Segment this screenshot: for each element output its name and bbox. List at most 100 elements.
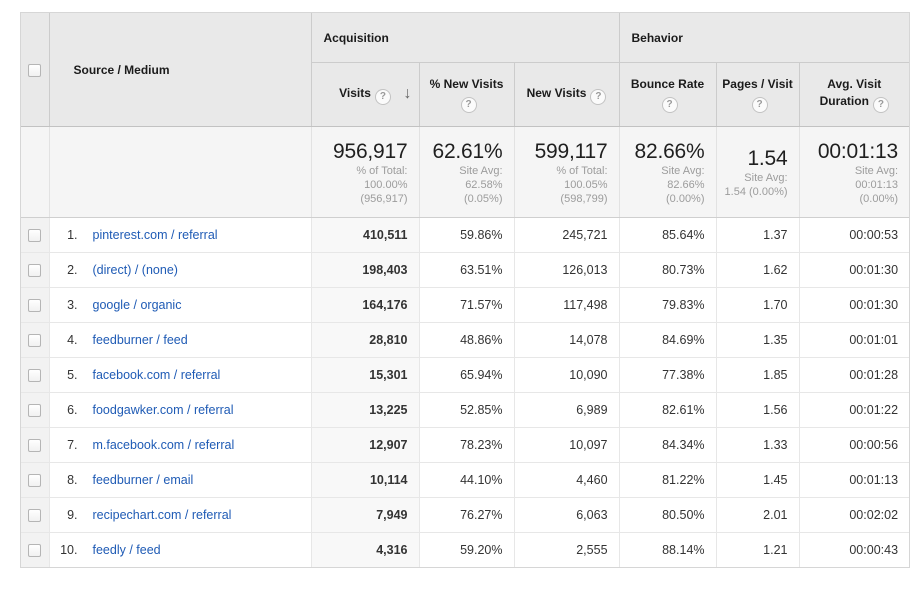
source-medium-link[interactable]: google / organic — [93, 298, 182, 312]
source-medium-link[interactable]: facebook.com / referral — [93, 368, 221, 382]
table-row: 8.feedburner / email10,11444.10%4,46081.… — [21, 463, 909, 498]
column-header-avg-visit-duration[interactable]: Avg. Visit Duration? — [799, 63, 909, 127]
pages-visit-cell: 1.70 — [716, 288, 799, 323]
row-index: 1. — [50, 228, 78, 242]
row-checkbox-cell — [21, 393, 49, 428]
totals-subtext: (956,917) — [316, 192, 408, 206]
column-header-source-medium[interactable]: Source / Medium — [49, 13, 311, 127]
row-checkbox[interactable] — [28, 509, 41, 522]
row-checkbox-cell — [21, 218, 49, 253]
pct-new-visits-cell: 59.20% — [419, 533, 514, 568]
row-index: 3. — [50, 298, 78, 312]
row-checkbox-cell — [21, 323, 49, 358]
bounce-rate-cell: 77.38% — [619, 358, 716, 393]
row-checkbox[interactable] — [28, 439, 41, 452]
avg-visit-duration-cell: 00:00:56 — [799, 428, 909, 463]
avg-visit-duration-cell: 00:01:13 — [799, 463, 909, 498]
row-checkbox[interactable] — [28, 404, 41, 417]
visits-cell: 198,403 — [311, 253, 419, 288]
totals-subtext: 00:01:13 — [804, 178, 899, 192]
row-checkbox[interactable] — [28, 334, 41, 347]
row-checkbox[interactable] — [28, 229, 41, 242]
source-medium-link[interactable]: pinterest.com / referral — [93, 228, 218, 242]
totals-subtext: % of Total: — [519, 164, 608, 178]
column-header-bounce-rate[interactable]: Bounce Rate? — [619, 63, 716, 127]
source-medium-cell: 9.recipechart.com / referral — [49, 498, 311, 533]
avg-visit-duration-cell: 00:00:53 — [799, 218, 909, 253]
bounce-rate-cell: 88.14% — [619, 533, 716, 568]
source-medium-cell: 3. google / organic — [49, 288, 311, 323]
table-row: 3.google / organic164,17671.57%117,49879… — [21, 288, 909, 323]
row-index: 7. — [50, 438, 78, 452]
source-medium-link[interactable]: (direct) / (none) — [93, 263, 178, 277]
totals-new-visits: 599,117 % of Total: 100.05% (598,799) — [514, 127, 619, 218]
row-checkbox-cell — [21, 533, 49, 568]
source-medium-table: Source / Medium Acquisition Behavior Vis… — [21, 13, 909, 567]
row-checkbox[interactable] — [28, 474, 41, 487]
source-medium-link[interactable]: feedly / feed — [93, 543, 161, 557]
new-visits-cell: 4,460 — [514, 463, 619, 498]
bounce-rate-cell: 80.73% — [619, 253, 716, 288]
table-row: 2.(direct) / (none)198,40363.51%126,0138… — [21, 253, 909, 288]
help-icon[interactable]: ? — [873, 97, 889, 113]
select-all-checkbox[interactable] — [28, 64, 41, 77]
source-medium-link[interactable]: foodgawker.com / referral — [93, 403, 234, 417]
totals-empty-cell — [49, 127, 311, 218]
row-checkbox[interactable] — [28, 299, 41, 312]
new-visits-cell: 6,063 — [514, 498, 619, 533]
help-icon[interactable]: ? — [590, 89, 606, 105]
bounce-rate-cell: 81.22% — [619, 463, 716, 498]
help-icon[interactable]: ? — [461, 97, 477, 113]
new-visits-cell: 2,555 — [514, 533, 619, 568]
column-header-label: New Visits — [527, 86, 587, 100]
avg-visit-duration-cell: 00:01:22 — [799, 393, 909, 428]
table-header: Source / Medium Acquisition Behavior Vis… — [21, 13, 909, 127]
column-header-label: Avg. Visit Duration — [820, 77, 882, 108]
column-header-pages-visit[interactable]: Pages / Visit? — [716, 63, 799, 127]
totals-empty-cell — [21, 127, 49, 218]
table-body: 1.pinterest.com / referral410,51159.86%2… — [21, 218, 909, 568]
visits-cell: 4,316 — [311, 533, 419, 568]
sort-descending-icon[interactable]: ↓ — [404, 85, 412, 102]
source-medium-link[interactable]: feedburner / feed — [93, 333, 188, 347]
source-medium-link[interactable]: m.facebook.com / referral — [93, 438, 235, 452]
pct-new-visits-cell: 48.86% — [419, 323, 514, 358]
bounce-rate-cell: 84.69% — [619, 323, 716, 358]
totals-bounce-rate: 82.66% Site Avg: 82.66% (0.00%) — [619, 127, 716, 218]
row-checkbox[interactable] — [28, 264, 41, 277]
help-icon[interactable]: ? — [752, 97, 768, 113]
help-icon[interactable]: ? — [375, 89, 391, 105]
new-visits-cell: 10,090 — [514, 358, 619, 393]
totals-subtext: 82.66% — [624, 178, 705, 192]
help-icon[interactable]: ? — [662, 97, 678, 113]
bounce-rate-cell: 80.50% — [619, 498, 716, 533]
avg-visit-duration-cell: 00:01:30 — [799, 253, 909, 288]
totals-subtext: (0.05%) — [424, 192, 503, 206]
row-checkbox[interactable] — [28, 544, 41, 557]
column-header-label: Visits — [339, 86, 371, 100]
visits-cell: 13,225 — [311, 393, 419, 428]
source-medium-link[interactable]: recipechart.com / referral — [93, 508, 232, 522]
pct-new-visits-cell: 71.57% — [419, 288, 514, 323]
row-checkbox[interactable] — [28, 369, 41, 382]
totals-subtext: (0.00%) — [624, 192, 705, 206]
avg-visit-duration-cell: 00:01:28 — [799, 358, 909, 393]
table-row: 6.foodgawker.com / referral13,22552.85%6… — [21, 393, 909, 428]
column-header-pct-new-visits[interactable]: % New Visits? — [419, 63, 514, 127]
avg-visit-duration-cell: 00:02:02 — [799, 498, 909, 533]
pct-new-visits-cell: 44.10% — [419, 463, 514, 498]
totals-subtext: 100.00% — [316, 178, 408, 192]
pct-new-visits-cell: 59.86% — [419, 218, 514, 253]
bounce-rate-cell: 79.83% — [619, 288, 716, 323]
source-medium-link[interactable]: feedburner / email — [93, 473, 194, 487]
totals-subtext: Site Avg: — [804, 164, 899, 178]
totals-subtext: 100.05% — [519, 178, 608, 192]
pct-new-visits-cell: 78.23% — [419, 428, 514, 463]
totals-value: 62.61% — [424, 139, 503, 164]
column-header-new-visits[interactable]: New Visits? — [514, 63, 619, 127]
totals-value: 956,917 — [316, 139, 408, 164]
row-index: 2. — [50, 263, 78, 277]
pages-visit-cell: 2.01 — [716, 498, 799, 533]
column-header-visits[interactable]: Visits? ↓ — [311, 63, 419, 127]
pct-new-visits-cell: 63.51% — [419, 253, 514, 288]
